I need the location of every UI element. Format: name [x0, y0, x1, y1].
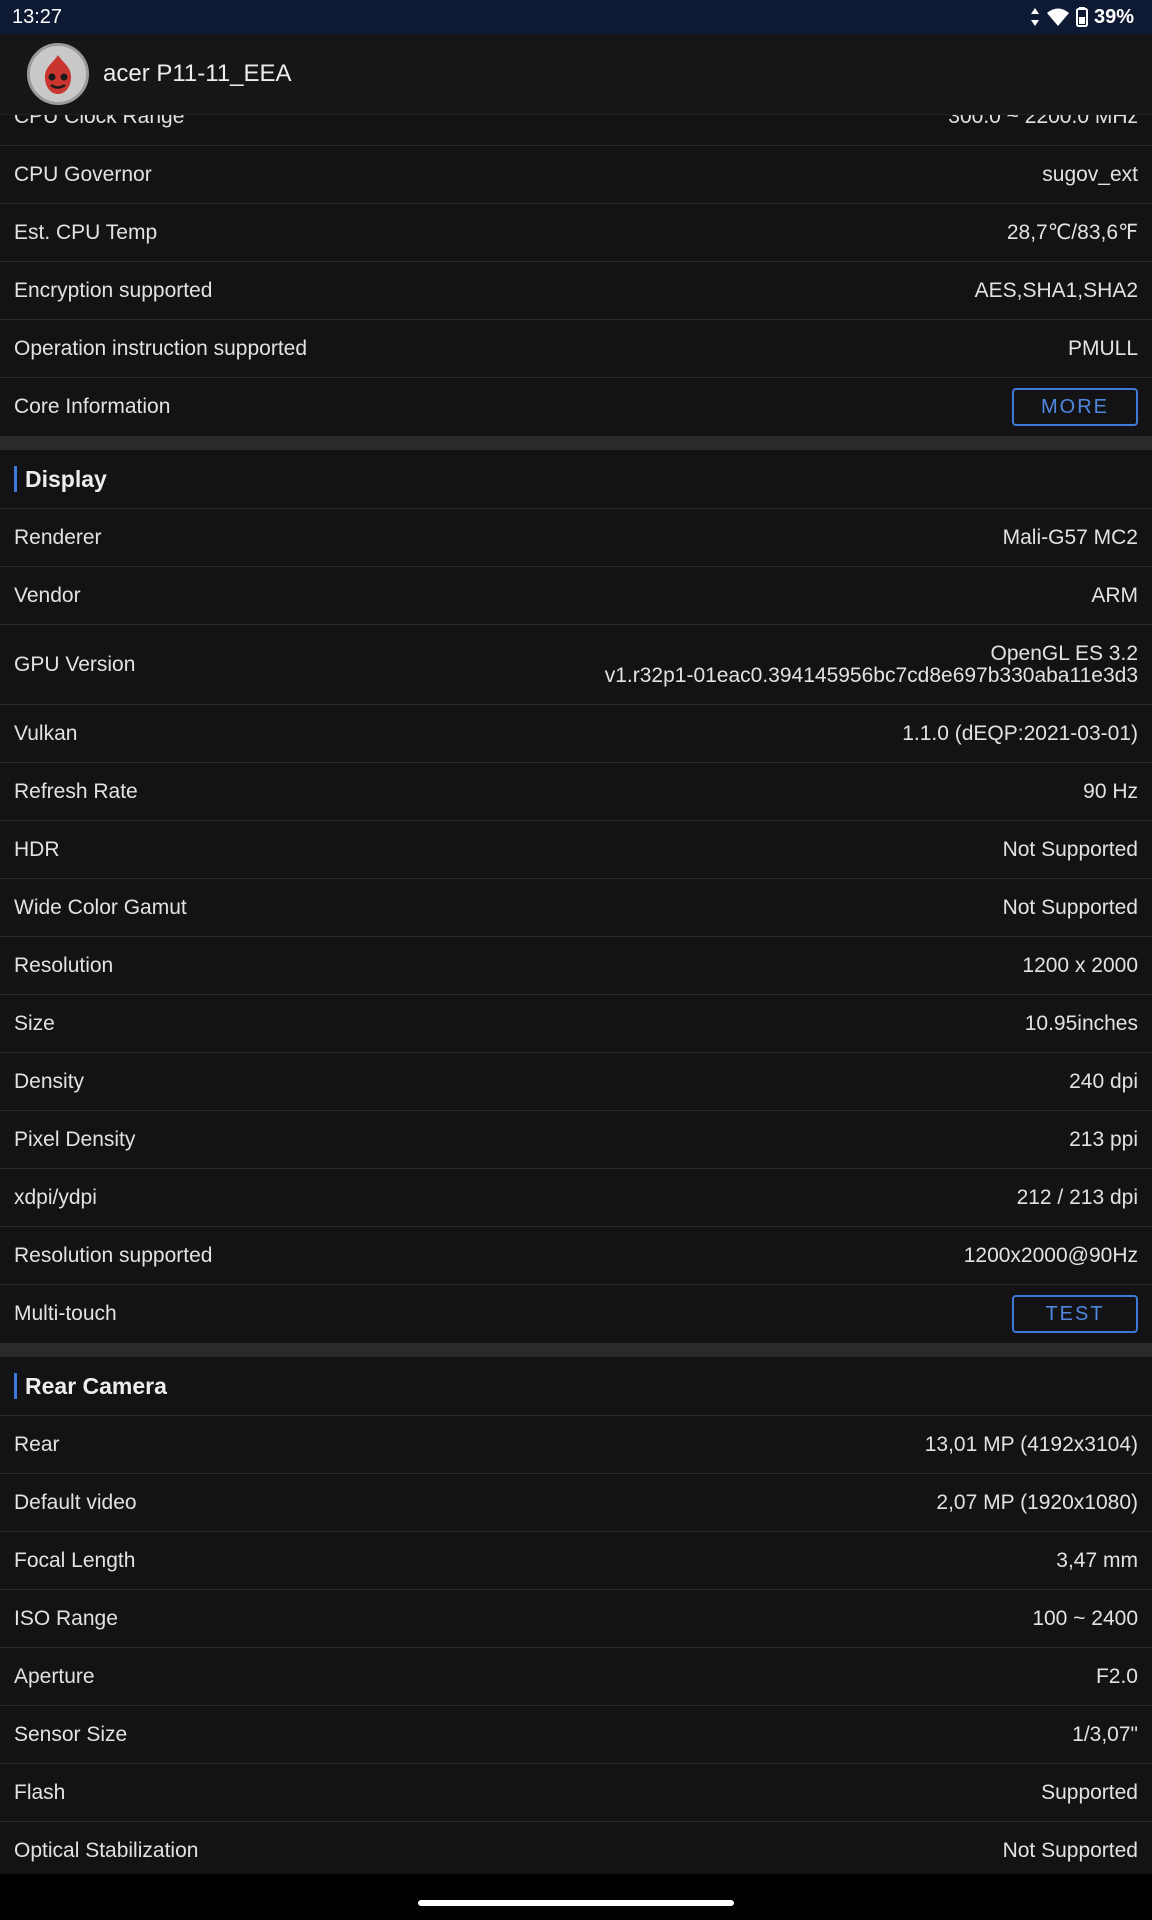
resolution-row: Resolution 1200 x 2000 — [0, 937, 1152, 995]
test-button[interactable]: TEST — [1012, 1295, 1138, 1333]
home-gesture-handle[interactable] — [418, 1900, 734, 1906]
data-arrows-icon — [1030, 8, 1039, 26]
hdr-row: HDR Not Supported — [0, 821, 1152, 879]
sensor-size-row: Sensor Size 1/3,07" — [0, 1706, 1152, 1764]
app-bar: acer P11-11_EEA — [0, 34, 1152, 115]
refresh-rate-row: Refresh Rate 90 Hz — [0, 763, 1152, 821]
core-information-row: Core Information MORE — [0, 378, 1152, 436]
device-title: acer P11-11_EEA — [103, 60, 292, 87]
wifi-icon — [1046, 8, 1069, 26]
display-section-title: Display — [25, 465, 107, 492]
rear-camera-section-header: Rear Camera — [0, 1357, 1152, 1416]
gpu-version-value: OpenGL ES 3.2 v1.r32p1-01eac0.394145956b… — [604, 641, 1138, 687]
section-accent-bar — [14, 1373, 17, 1399]
gpu-version-row: GPU Version OpenGL ES 3.2 v1.r32p1-01eac… — [0, 625, 1152, 705]
vulkan-row: Vulkan 1.1.0 (dEQP:2021-03-01) — [0, 705, 1152, 763]
resolution-supported-row: Resolution supported 1200x2000@90Hz — [0, 1227, 1152, 1285]
flash-row: Flash Supported — [0, 1764, 1152, 1822]
instruction-row: Operation instruction supported PMULL — [0, 320, 1152, 378]
status-icons: 39% — [1030, 6, 1134, 29]
iso-range-row: ISO Range 100 ~ 2400 — [0, 1590, 1152, 1648]
battery-icon — [1075, 7, 1088, 27]
section-divider — [0, 1343, 1152, 1357]
navigation-bar — [0, 1874, 1152, 1920]
cpu-temp-row: Est. CPU Temp 28,7℃/83,6℉ — [0, 204, 1152, 262]
section-accent-bar — [14, 466, 17, 492]
status-bar: 13:27 39% — [0, 0, 1152, 34]
cpu-governor-row: CPU Governor sugov_ext — [0, 146, 1152, 204]
optical-stabilization-row: Optical Stabilization Not Supported — [0, 1822, 1152, 1874]
battery-percent: 39% — [1093, 5, 1134, 28]
rear-camera-section-title: Rear Camera — [25, 1372, 167, 1399]
antutu-fire-icon — [44, 55, 72, 94]
app-logo-icon[interactable] — [27, 43, 89, 105]
default-video-row: Default video 2,07 MP (1920x1080) — [0, 1474, 1152, 1532]
cpu-clock-range-row: CPU Clock Range 300.0 ~ 2200.0 MHz — [0, 114, 1152, 146]
density-row: Density 240 dpi — [0, 1053, 1152, 1111]
section-divider — [0, 436, 1152, 450]
more-button[interactable]: MORE — [1012, 388, 1138, 426]
wide-color-gamut-row: Wide Color Gamut Not Supported — [0, 879, 1152, 937]
multi-touch-row: Multi-touch TEST — [0, 1285, 1152, 1343]
renderer-row: Renderer Mali-G57 MC2 — [0, 509, 1152, 567]
xdpi-ydpi-row: xdpi/ydpi 212 / 213 dpi — [0, 1169, 1152, 1227]
focal-length-row: Focal Length 3,47 mm — [0, 1532, 1152, 1590]
pixel-density-row: Pixel Density 213 ppi — [0, 1111, 1152, 1169]
rear-row: Rear 13,01 MP (4192x3104) — [0, 1416, 1152, 1474]
aperture-row: Aperture F2.0 — [0, 1648, 1152, 1706]
size-row: Size 10.95inches — [0, 995, 1152, 1053]
display-section-header: Display — [0, 450, 1152, 509]
vendor-row: Vendor ARM — [0, 567, 1152, 625]
details-scroll-area[interactable]: CPU Clock Range 300.0 ~ 2200.0 MHz CPU G… — [0, 114, 1152, 1874]
status-time: 13:27 — [12, 5, 63, 28]
encryption-row: Encryption supported AES,SHA1,SHA2 — [0, 262, 1152, 320]
